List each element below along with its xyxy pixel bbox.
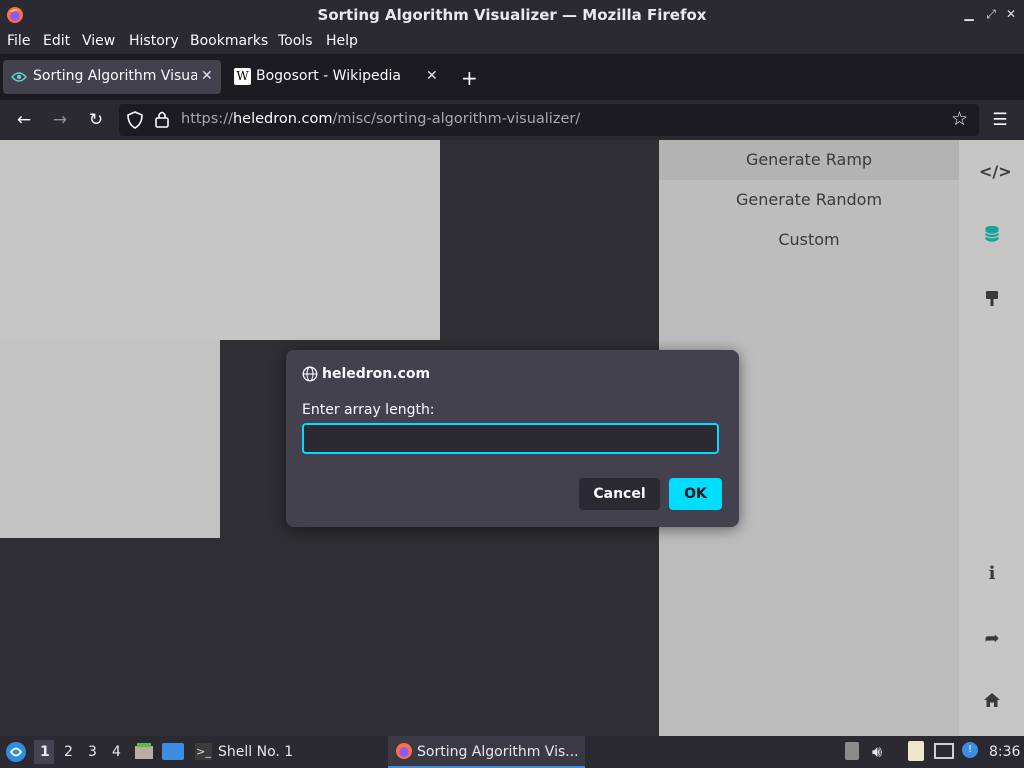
close-tab-icon[interactable]: ✕ <box>201 68 213 84</box>
cancel-button[interactable]: Cancel <box>579 478 660 510</box>
share-icon[interactable]: ➦ <box>979 626 1005 652</box>
forward-arrow-icon[interactable]: → <box>49 109 71 131</box>
navigation-toolbar: ← → ↻ https://heledron.com/misc/sorting-… <box>0 100 1024 140</box>
tab-label: Bogosort - Wikipedia <box>256 68 401 84</box>
code-icon[interactable]: </> <box>979 159 1012 185</box>
tool-icon-strip: </> i ➦ <box>959 140 1024 736</box>
tab-bogosort-wikipedia[interactable]: W Bogosort - Wikipedia ✕ <box>226 60 446 94</box>
paintbrush-icon[interactable] <box>979 290 1005 316</box>
window-titlebar: Sorting Algorithm Visualizer — Mozilla F… <box>0 0 1024 30</box>
taskbar: 1 2 3 4 >_ Shell No. 1 Sorting Algorithm… <box>0 736 1024 768</box>
array-bar <box>0 140 440 340</box>
notification-icon[interactable]: ! <box>962 742 978 758</box>
taskbar-shell-item[interactable]: Shell No. 1 <box>218 744 293 760</box>
menu-bookmarks[interactable]: Bookmarks <box>190 33 268 49</box>
generate-ramp-button[interactable]: Generate Ramp <box>659 140 959 180</box>
new-tab-icon[interactable]: + <box>461 66 478 90</box>
bookmark-star-icon[interactable]: ☆ <box>951 108 968 130</box>
database-icon[interactable] <box>979 225 1005 251</box>
firefox-taskbar-icon <box>395 742 413 760</box>
menu-edit[interactable]: Edit <box>43 33 70 49</box>
home-icon[interactable] <box>979 691 1005 717</box>
workspace-3[interactable]: 3 <box>88 744 97 760</box>
close-tab-icon[interactable]: ✕ <box>426 68 438 84</box>
taskbar-firefox-label: Sorting Algorithm Vis... <box>417 744 579 760</box>
window-title: Sorting Algorithm Visualizer — Mozilla F… <box>317 6 707 24</box>
lock-icon[interactable] <box>155 110 169 128</box>
volume-icon[interactable]: 🔊︎ <box>872 742 882 762</box>
back-arrow-icon[interactable]: ← <box>13 109 35 131</box>
tray-upload-icon[interactable] <box>845 742 859 760</box>
wikipedia-favicon-icon: W <box>234 68 251 85</box>
tab-strip: Sorting Algorithm Visualizer ✕ W Bogosor… <box>0 54 1024 100</box>
menu-history[interactable]: History <box>129 33 179 49</box>
menu-tools[interactable]: Tools <box>278 33 313 49</box>
menu-help[interactable]: Help <box>326 33 358 49</box>
eye-favicon-icon <box>11 70 27 84</box>
custom-button[interactable]: Custom <box>659 220 959 260</box>
globe-icon <box>302 366 318 382</box>
network-icon[interactable] <box>934 743 954 759</box>
maximize-icon[interactable]: ⤢ <box>984 7 998 21</box>
generate-random-button[interactable]: Generate Random <box>659 180 959 220</box>
workspace-2[interactable]: 2 <box>64 744 73 760</box>
info-icon[interactable]: i <box>979 561 1005 587</box>
hamburger-menu-icon[interactable]: ☰ <box>989 109 1011 131</box>
file-manager-icon[interactable] <box>134 742 154 760</box>
workspace-4[interactable]: 4 <box>112 744 121 760</box>
reload-icon[interactable]: ↻ <box>85 109 107 131</box>
taskbar-firefox-item[interactable]: Sorting Algorithm Vis... <box>388 736 585 768</box>
dialog-message: Enter array length: <box>302 402 435 418</box>
minimize-icon[interactable]: ▁ <box>962 7 976 21</box>
close-window-icon[interactable]: ✕ <box>1004 7 1018 21</box>
terminal-icon[interactable]: >_ <box>195 743 212 760</box>
clock: 8:36 <box>989 744 1021 760</box>
url-text[interactable]: https://heledron.com/misc/sorting-algori… <box>181 111 580 127</box>
menu-view[interactable]: View <box>82 33 115 49</box>
prompt-dialog: heledron.com Enter array length: Cancel … <box>286 350 739 527</box>
menu-file[interactable]: File <box>7 33 30 49</box>
shield-icon[interactable] <box>127 111 143 129</box>
clipboard-icon[interactable] <box>908 741 924 761</box>
workspace-1-label[interactable]: 1 <box>40 744 50 760</box>
tab-sorting-visualizer[interactable]: Sorting Algorithm Visualizer ✕ <box>3 60 221 94</box>
dialog-host: heledron.com <box>322 366 431 382</box>
url-bar[interactable]: https://heledron.com/misc/sorting-algori… <box>119 104 979 136</box>
ok-button[interactable]: OK <box>669 478 722 510</box>
menu-bar: File Edit View History Bookmarks Tools H… <box>0 30 1024 54</box>
tab-label: Sorting Algorithm Visualizer <box>33 68 197 84</box>
start-menu-icon[interactable] <box>5 741 27 763</box>
array-length-input[interactable] <box>302 423 719 454</box>
desktop-icon[interactable] <box>162 743 184 760</box>
